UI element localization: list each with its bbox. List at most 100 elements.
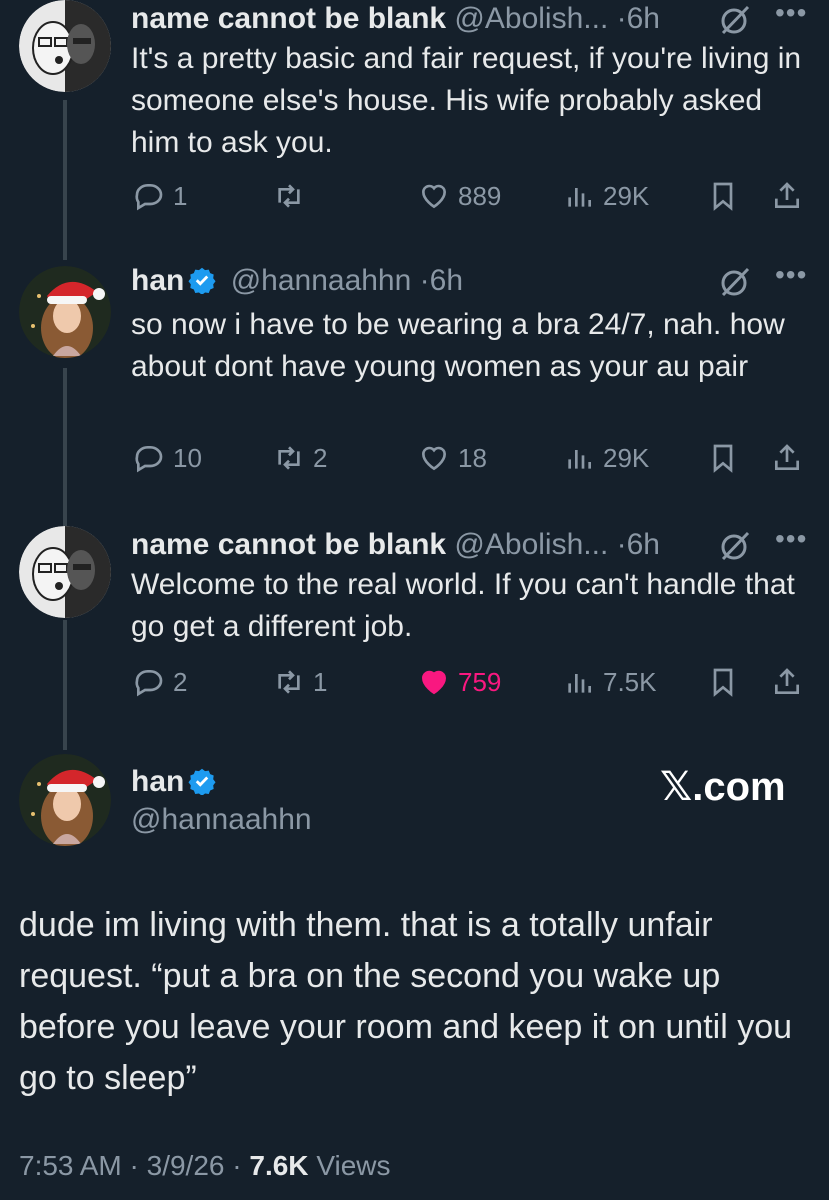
timestamp[interactable]: 6h	[627, 528, 660, 561]
tweet-metadata: 7:53 AM · 3/9/26 · 7.6K Views	[19, 1150, 391, 1182]
timestamp[interactable]: 6h	[627, 2, 660, 35]
verified-badge-icon	[188, 768, 216, 795]
x-com-watermark: 𝕏.com	[660, 764, 786, 810]
grok-icon[interactable]	[718, 265, 752, 299]
tweet-text: so now i have to be wearing a bra 24/7, …	[131, 308, 785, 383]
grok-icon[interactable]	[718, 3, 752, 37]
tweet-header: name cannot be blank @Abolish... ·6h	[131, 528, 660, 562]
timestamp[interactable]: 6h	[430, 264, 463, 297]
tweet-text: It's a pretty basic and fair request, if…	[131, 42, 802, 159]
avatar-wojak[interactable]	[19, 526, 111, 618]
avatar-wojak-image	[19, 0, 111, 92]
like-icon	[421, 670, 447, 695]
retweet-button[interactable]: 1	[273, 662, 327, 702]
retweet-icon	[278, 446, 300, 470]
tweet-reply-3[interactable]: name cannot be blank @Abolish... ·6h •••…	[0, 525, 829, 726]
tweet-reply-2[interactable]: han @hannaahhn ·6h ••• so now i have to …	[0, 261, 829, 512]
action-bar: 1 889 29K	[131, 176, 811, 216]
separator-dot: ·	[419, 264, 430, 297]
like-icon	[421, 446, 447, 471]
reply-icon	[135, 670, 163, 697]
views-count: 29K	[603, 442, 650, 473]
like-button[interactable]: 18	[418, 438, 487, 478]
reply-icon	[135, 184, 163, 211]
retweet-button[interactable]: 2	[273, 438, 327, 478]
reply-count: 2	[173, 666, 188, 697]
like-count: 18	[458, 442, 487, 473]
share-button[interactable]	[771, 176, 811, 216]
user-handle[interactable]: @hannaahhn	[231, 264, 412, 297]
post-date[interactable]: 3/9/26	[147, 1150, 225, 1181]
avatar-wojak-image	[19, 526, 111, 618]
display-name[interactable]: name cannot be blank	[131, 528, 446, 561]
bookmark-button[interactable]	[707, 438, 747, 478]
user-handle[interactable]: @Abolish...	[454, 2, 608, 35]
display-name: han	[131, 765, 185, 798]
reply-button[interactable]: 10	[133, 438, 202, 478]
verified-badge-icon	[188, 267, 216, 294]
views-icon	[568, 674, 591, 693]
like-count: 759	[458, 666, 502, 697]
avatar-han[interactable]	[19, 266, 111, 358]
reply-icon	[135, 446, 163, 473]
views-icon	[568, 450, 591, 469]
more-icon[interactable]: •••	[775, 525, 809, 560]
views-button[interactable]: 29K	[563, 438, 649, 478]
bookmark-icon	[713, 668, 733, 697]
views-icon	[568, 188, 591, 207]
separator-dot: ·	[616, 2, 627, 35]
bookmark-button[interactable]	[707, 662, 747, 702]
more-icon[interactable]: •••	[775, 0, 809, 34]
views-count[interactable]: 7.6K	[249, 1150, 308, 1181]
share-icon	[775, 182, 799, 208]
separator-dot: ·	[232, 1150, 242, 1181]
tweet-header: han @hannaahhn ·6h	[131, 264, 463, 298]
tweet-text: Welcome to the real world. If you can't …	[131, 568, 795, 643]
share-button[interactable]	[771, 438, 811, 478]
action-bar: 10 2 18 29K	[131, 438, 811, 478]
x-logo-icon: 𝕏	[660, 764, 693, 810]
like-button[interactable]: 759	[418, 662, 501, 702]
views-button[interactable]: 7.5K	[563, 662, 657, 702]
display-name[interactable]: han	[131, 264, 184, 297]
retweet-icon	[278, 184, 300, 208]
bookmark-button[interactable]	[707, 176, 747, 216]
display-name[interactable]: name cannot be blank	[131, 2, 446, 35]
avatar-wojak[interactable]	[19, 0, 111, 92]
tweet-reply-1[interactable]: name cannot be blank @Abolish... ·6h •••…	[0, 0, 829, 250]
views-count: 29K	[603, 180, 650, 211]
retweet-count: 2	[313, 442, 328, 473]
reply-count: 1	[173, 180, 188, 211]
retweet-icon	[278, 670, 300, 694]
tweet-header: name cannot be blank @Abolish... ·6h	[131, 2, 660, 36]
avatar-han[interactable]	[19, 754, 111, 846]
bookmark-icon	[713, 182, 733, 211]
like-button[interactable]: 889	[418, 176, 501, 216]
views-count: 7.5K	[603, 666, 657, 697]
reply-count: 10	[173, 442, 202, 473]
like-count: 889	[458, 180, 502, 211]
reply-button[interactable]: 2	[133, 662, 187, 702]
views-label: Views	[316, 1150, 391, 1181]
watermark-domain: .com	[692, 765, 786, 809]
bookmark-icon	[713, 444, 733, 473]
main-tweet-text: dude im living with them. that is a tota…	[19, 906, 793, 1097]
separator-dot: ·	[616, 528, 627, 561]
retweet-count: 1	[313, 666, 328, 697]
avatar-han-image	[19, 266, 111, 358]
post-time[interactable]: 7:53 AM	[19, 1150, 122, 1181]
main-display-name[interactable]: han	[131, 765, 216, 799]
retweet-button[interactable]	[273, 176, 313, 216]
action-bar: 2 1 759 7.5K	[131, 662, 811, 702]
user-handle[interactable]: @Abolish...	[454, 528, 608, 561]
share-icon	[775, 668, 799, 694]
main-user-handle[interactable]: @hannaahhn	[131, 803, 312, 837]
share-button[interactable]	[771, 662, 811, 702]
like-icon	[421, 184, 447, 209]
avatar-han-image	[19, 754, 111, 846]
views-button[interactable]: 29K	[563, 176, 649, 216]
more-icon[interactable]: •••	[775, 261, 809, 296]
reply-button[interactable]: 1	[133, 176, 187, 216]
share-icon	[775, 444, 799, 470]
grok-icon[interactable]	[718, 529, 752, 563]
